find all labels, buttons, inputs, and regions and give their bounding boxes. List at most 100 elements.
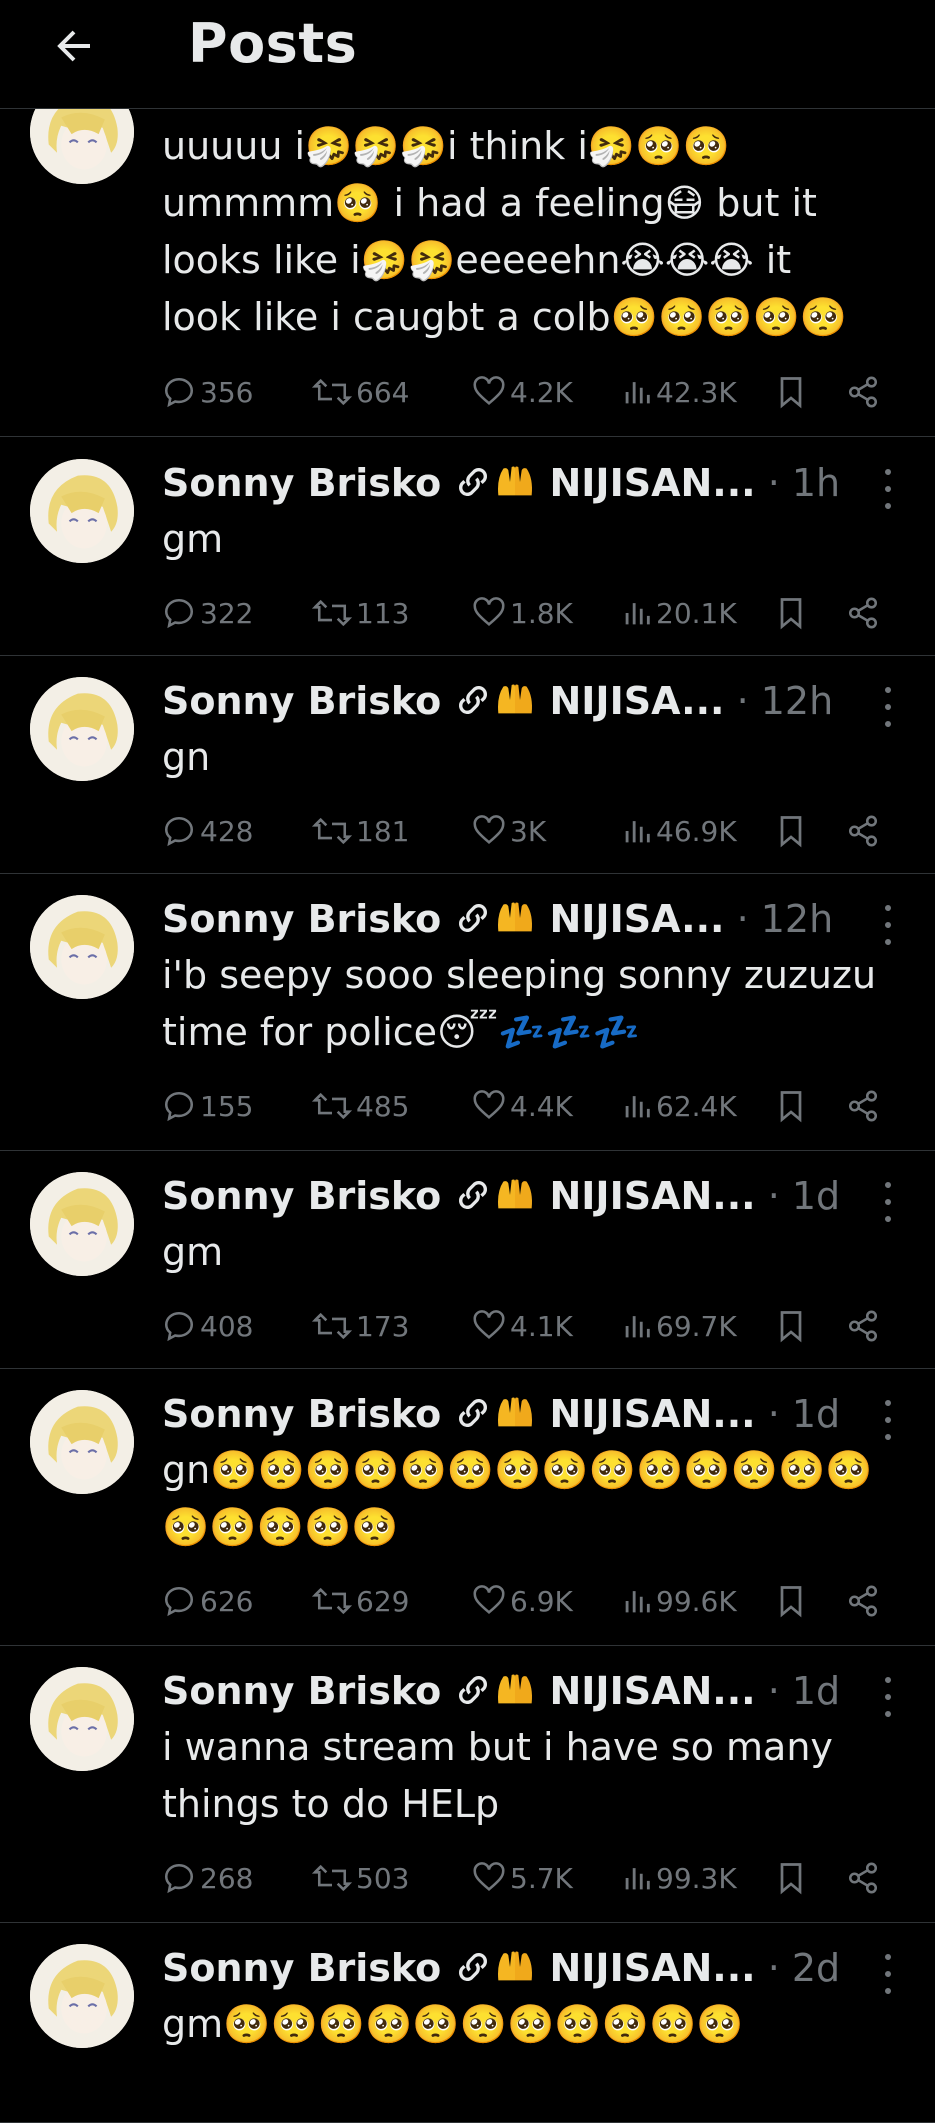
like-button[interactable]: 3K [472,811,546,851]
post-item[interactable]: Sonny Brisko NIJISAN... · 1d gn🥺🥺🥺🥺🥺🥺🥺🥺🥺… [0,1368,935,1646]
bookmark-button[interactable] [776,1858,806,1898]
share-button[interactable] [846,811,880,851]
more-options-button[interactable] [881,1954,895,1994]
bookmark-button[interactable] [776,1306,806,1346]
post-text: gm [162,517,224,561]
reply-button[interactable]: 155 [162,1086,253,1126]
link-icon [459,468,488,496]
post-time[interactable]: · 12h [737,679,834,723]
reply-button[interactable]: 322 [162,593,253,633]
repost-count: 113 [356,596,410,630]
bookmark-button[interactable] [776,372,806,412]
more-options-button[interactable] [881,1182,895,1222]
bookmark-button[interactable] [776,1581,806,1621]
bookmark-button[interactable] [776,593,806,633]
display-name[interactable]: Sonny Brisko [162,1946,441,1990]
like-button[interactable]: 4.4K [472,1086,573,1126]
repost-button[interactable]: 629 [312,1581,409,1621]
more-options-button[interactable] [881,469,895,509]
bookmark-button[interactable] [776,1086,806,1126]
post-item[interactable]: Sonny Brisko NIJISAN... · 2d gm🥺🥺🥺🥺🥺🥺🥺🥺🥺… [0,1922,935,2123]
post-item[interactable]: Sonny Brisko NIJISAN... · 1d gm 408 173 … [0,1150,935,1369]
repost-button[interactable]: 664 [312,372,409,412]
reply-icon [164,598,194,629]
post-text: i wanna stream but i have so many things… [162,1725,833,1826]
display-name[interactable]: Sonny Brisko [162,1392,441,1436]
more-options-button[interactable] [881,1400,895,1440]
post-text: uuuuu i🤧🤧🤧i think i🤧🥺🥺 ummmm🥺 i had a fe… [162,124,848,339]
views-button[interactable]: 99.3K [622,1858,737,1898]
views-button[interactable]: 99.6K [622,1581,737,1621]
reply-button[interactable]: 428 [162,811,253,851]
views-button[interactable]: 46.9K [622,811,737,851]
share-button[interactable] [846,1086,880,1126]
post-time[interactable]: · 1d [768,1392,840,1436]
post-time[interactable]: · 1d [768,1669,840,1713]
back-button[interactable] [44,16,104,76]
post-item[interactable]: Sonny Brisko NIJISA... · 12h i'b seepy s… [0,873,935,1151]
avatar[interactable] [30,895,134,999]
post-time[interactable]: · 12h [737,897,834,941]
avatar[interactable] [30,677,134,781]
avatar[interactable] [30,1667,134,1771]
avatar[interactable] [30,1944,134,2048]
reply-button[interactable]: 408 [162,1306,253,1346]
more-options-button[interactable] [881,687,895,727]
share-button[interactable] [846,372,880,412]
avatar[interactable] [30,459,134,563]
post-time[interactable]: · 1d [768,1174,840,1218]
views-button[interactable]: 20.1K [622,593,737,633]
share-button[interactable] [846,593,880,633]
like-button[interactable]: 6.9K [472,1581,573,1621]
reply-button[interactable]: 268 [162,1858,253,1898]
more-options-button[interactable] [881,905,895,945]
share-button[interactable] [846,1581,880,1621]
avatar[interactable] [30,1172,134,1276]
views-button[interactable]: 69.7K [622,1306,737,1346]
handle[interactable]: NIJISA... [549,679,724,723]
post-time[interactable]: · 1h [768,461,840,505]
display-name[interactable]: Sonny Brisko [162,1669,441,1713]
post-item[interactable]: uuuuu i🤧🤧🤧i think i🤧🥺🥺 ummmm🥺 i had a fe… [0,60,935,437]
like-button[interactable]: 4.1K [472,1306,573,1346]
share-button[interactable] [846,1858,880,1898]
like-button[interactable]: 5.7K [472,1858,573,1898]
avatar[interactable] [30,1390,134,1494]
view-count: 42.3K [656,375,737,409]
like-button[interactable]: 1.8K [472,593,573,633]
post-item[interactable]: Sonny Brisko NIJISAN... · 1h gm 322 113 … [0,437,935,656]
display-name[interactable]: Sonny Brisko [162,679,441,723]
share-button[interactable] [846,1306,880,1346]
handle[interactable]: NIJISA... [549,897,724,941]
bookmark-button[interactable] [776,811,806,851]
repost-button[interactable]: 485 [312,1086,409,1126]
handle[interactable]: NIJISAN... [549,1946,755,1990]
handle[interactable]: NIJISAN... [549,1669,755,1713]
view-count: 99.3K [656,1861,737,1895]
more-options-button[interactable] [881,1677,895,1717]
post-time[interactable]: · 2d [768,1946,840,1990]
handle[interactable]: NIJISAN... [549,1174,755,1218]
display-name[interactable]: Sonny Brisko [162,461,441,505]
bookmark-icon [780,1863,802,1895]
heart-icon [473,1862,505,1892]
post-item[interactable]: Sonny Brisko NIJISA... · 12h gn 428 181 … [0,655,935,874]
reply-button[interactable]: 626 [162,1581,253,1621]
display-name[interactable]: Sonny Brisko [162,1174,441,1218]
repost-button[interactable]: 113 [312,593,409,633]
views-button[interactable]: 62.4K [622,1086,737,1126]
repost-button[interactable]: 173 [312,1306,409,1346]
post-item[interactable]: Sonny Brisko NIJISAN... · 1d i wanna str… [0,1645,935,1923]
repost-button[interactable]: 503 [312,1858,409,1898]
repost-button[interactable]: 181 [312,811,409,851]
handle[interactable]: NIJISAN... [549,1392,755,1436]
share-icon [848,1090,878,1122]
repost-icon [312,1092,352,1120]
like-button[interactable]: 4.2K [472,372,573,412]
handle[interactable]: NIJISAN... [549,461,755,505]
bookmark-icon [780,1091,802,1123]
views-button[interactable]: 42.3K [622,372,737,412]
post-header: Sonny Brisko NIJISA... · 12h [162,897,875,947]
display-name[interactable]: Sonny Brisko [162,897,441,941]
reply-button[interactable]: 356 [162,372,253,412]
